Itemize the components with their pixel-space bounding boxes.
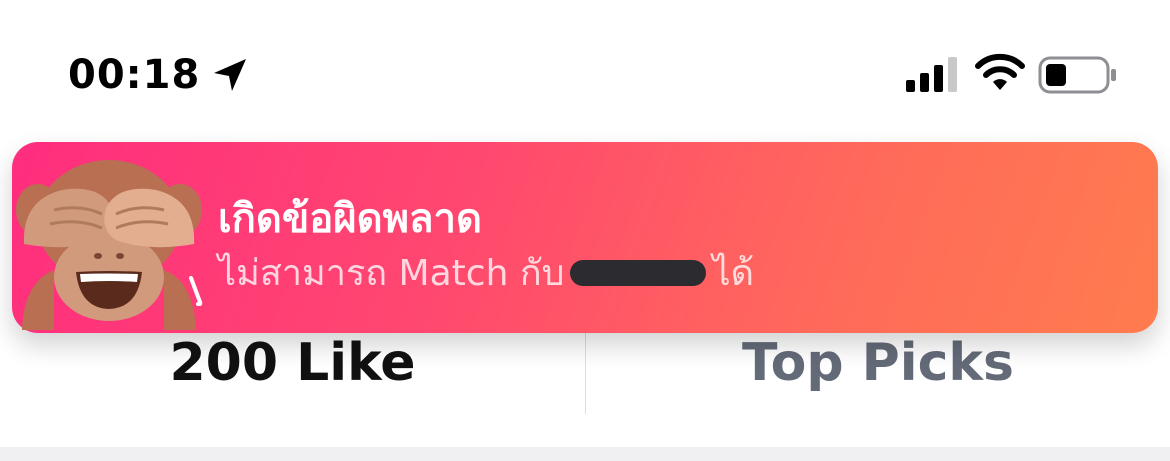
- tail-icon: [189, 276, 203, 306]
- status-bar: 00:18: [0, 0, 1170, 140]
- error-message-suffix: ได้: [712, 253, 754, 294]
- error-title: เกิดข้อผิดพลาด: [218, 196, 482, 242]
- error-banner[interactable]: เกิดข้อผิดพลาด ไม่สามารถ Match กับ ได้: [12, 142, 1158, 333]
- cellular-signal-icon: [906, 57, 957, 92]
- battery-low-icon: [1038, 56, 1116, 94]
- location-arrow-icon: [214, 59, 247, 91]
- tab-top-picks-label: Top Picks: [742, 333, 1014, 393]
- tab-likes-label: 200 Like: [169, 333, 416, 393]
- error-message-prefix: ไม่สามารถ Match กับ: [218, 253, 565, 294]
- error-message: ไม่สามารถ Match กับ ได้: [218, 244, 754, 301]
- see-no-evil-monkey-icon: [16, 160, 202, 330]
- wifi-icon: [975, 53, 1025, 90]
- status-time-group: 00:18: [68, 50, 250, 100]
- status-time: 00:18: [68, 52, 201, 98]
- content-separator: [0, 447, 1170, 461]
- redacted-name: [570, 259, 707, 286]
